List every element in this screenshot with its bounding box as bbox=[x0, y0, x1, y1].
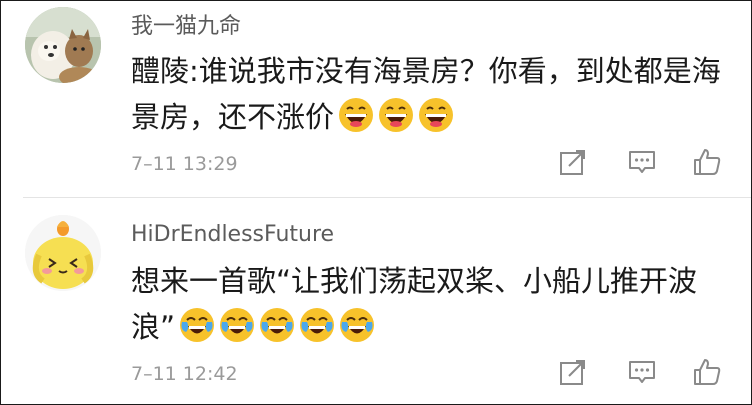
thumbs-up-icon bbox=[694, 149, 721, 175]
timestamp: 7–11 13:29 bbox=[131, 153, 238, 175]
share-button[interactable] bbox=[558, 357, 588, 387]
username[interactable]: 我一猫九命 bbox=[131, 8, 241, 40]
comment-item: HiDrEndlessFuture 想来一首歌“让我们荡起双桨、小船儿推开波浪”… bbox=[1, 197, 751, 404]
crying-laughing-face-emoji bbox=[179, 307, 215, 356]
comment-item: 我一猫九命 醴陵:谁说我市没有海景房？你看，到处都是海景房，还不涨价 7–11 … bbox=[1, 1, 751, 197]
share-button[interactable] bbox=[558, 147, 588, 177]
laughing-face-emoji bbox=[418, 97, 454, 146]
laughing-face-emoji bbox=[338, 97, 374, 146]
crying-laughing-face-emoji bbox=[259, 307, 295, 356]
avatar[interactable] bbox=[25, 215, 101, 291]
crying-laughing-face-emoji bbox=[219, 307, 255, 356]
share-icon bbox=[560, 150, 585, 175]
share-icon bbox=[560, 360, 585, 385]
crying-laughing-face-emoji bbox=[339, 307, 375, 356]
emoji-group bbox=[175, 308, 375, 344]
like-button[interactable] bbox=[692, 357, 722, 387]
comment-text: 醴陵:谁说我市没有海景房？你看，到处都是海景房，还不涨价 bbox=[131, 48, 721, 146]
username[interactable]: HiDrEndlessFuture bbox=[131, 222, 334, 247]
thumbs-up-icon bbox=[694, 359, 721, 385]
comment-icon bbox=[629, 151, 655, 173]
emoji-group bbox=[334, 98, 454, 134]
comment-icon bbox=[629, 361, 655, 383]
like-button[interactable] bbox=[692, 147, 722, 177]
reply-button[interactable] bbox=[627, 147, 657, 177]
timestamp: 7–11 12:42 bbox=[131, 363, 238, 385]
crying-laughing-face-emoji bbox=[299, 307, 335, 356]
laughing-face-emoji bbox=[378, 97, 414, 146]
avatar[interactable] bbox=[25, 7, 101, 83]
comment-text: 想来一首歌“让我们荡起双桨、小船儿推开波浪” bbox=[131, 258, 721, 356]
reply-button[interactable] bbox=[627, 357, 657, 387]
